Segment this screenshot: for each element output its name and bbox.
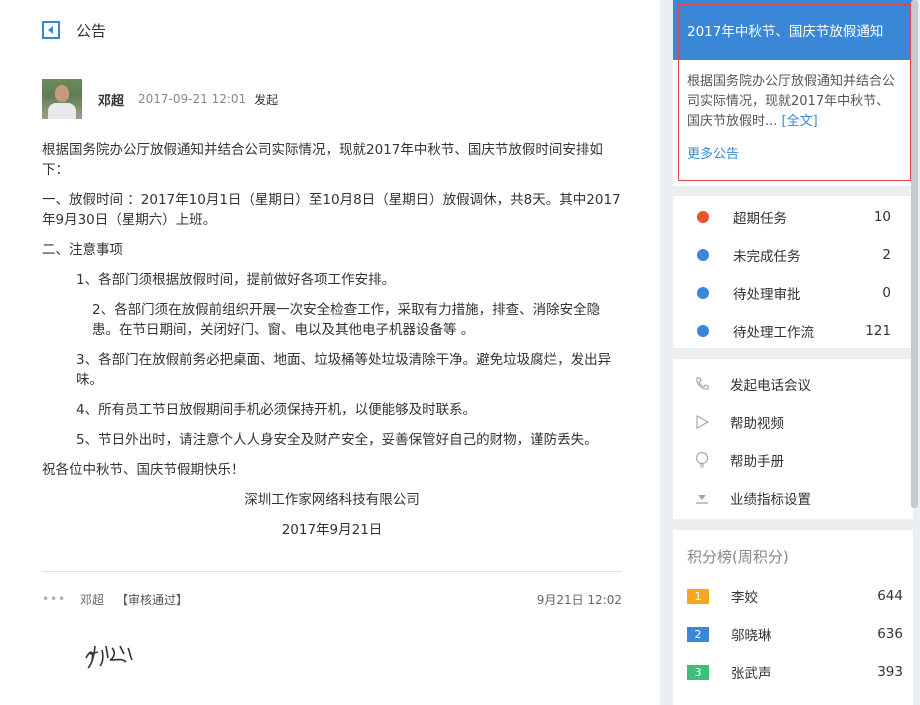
notice-card: 2017年中秋节、国庆节放假通知 根据国务院办公厅放假通知并结合公司实际情况，现… xyxy=(673,0,913,186)
rank-name: 邬晓琳 xyxy=(731,628,772,644)
notice-summary: 根据国务院办公厅放假通知并结合公司实际情况，现就2017年中秋节、国庆节放假时.… xyxy=(673,60,913,132)
ranking-row[interactable]: 3 张武声 393 xyxy=(673,653,913,691)
download-icon xyxy=(693,489,711,507)
ranking-title: 积分榜(周积分) xyxy=(687,548,789,566)
paragraph-intro: 根据国务院办公厅放假通知并结合公司实际情况，现就2017年中秋节、国庆节放假时间… xyxy=(42,142,603,178)
paragraph-greeting: 祝各位中秋节、国庆节假期快乐！ xyxy=(42,462,245,478)
rank-name: 李姣 xyxy=(731,590,758,606)
page-title: 公告 xyxy=(76,21,107,40)
task-row-incomplete[interactable]: 未完成任务 2 xyxy=(673,236,913,274)
announcement-panel: 公告 邓超 2017-09-21 12:01 发起 根据国务院办公厅放假通知并结… xyxy=(0,0,660,705)
ranking-card: 积分榜(周积分) 1 李姣 644 2 邬晓琳 636 3 张武声 393 xyxy=(673,530,913,705)
play-icon xyxy=(693,413,711,431)
rank-score: 393 xyxy=(877,664,903,680)
announcement-body: 根据国务院办公厅放假通知并结合公司实际情况，现就2017年中秋节、国庆节放假时间… xyxy=(42,140,622,550)
approval-row: ••• 邓超 【审核通过】 9月21日 12:02 xyxy=(42,590,622,608)
paragraph-note-2: 2、各部门须在放假前组织开展一次安全检查工作，采取有力措施，排查、消除安全隐患。… xyxy=(92,302,601,338)
tools-card: 发起电话会议 帮助视频 帮助手册 业绩指标设置 xyxy=(673,359,913,519)
author-name[interactable]: 邓超 xyxy=(98,90,124,109)
paragraph-notes-heading: 二、注意事项 xyxy=(42,242,123,258)
more-options-icon[interactable]: ••• xyxy=(42,592,70,606)
avatar[interactable] xyxy=(42,79,82,119)
task-row-overdue[interactable]: 超期任务 10 xyxy=(673,198,913,236)
rank-score: 636 xyxy=(877,626,903,642)
sidebar-scrollbar[interactable] xyxy=(911,0,918,508)
task-summary-card: 超期任务 10 未完成任务 2 待处理审批 0 待处理工作流 121 xyxy=(673,196,913,348)
tool-label: 帮助视频 xyxy=(730,416,784,432)
back-icon[interactable] xyxy=(42,21,60,39)
rank-score: 644 xyxy=(877,588,903,604)
paragraph-holiday-time: 一、放假时间 ：2017年10月1日（星期日）至10月8日（星期日）放假调休，共… xyxy=(42,192,621,228)
tool-help-video[interactable]: 帮助视频 xyxy=(673,403,913,441)
task-count: 0 xyxy=(882,285,891,301)
page-header: 公告 xyxy=(42,18,106,42)
paragraph-note-3: 3、各部门在放假前务必把桌面、地面、垃圾桶等处垃圾清除干净。避免垃圾腐烂，发出异… xyxy=(76,352,612,388)
rank-badge: 2 xyxy=(687,626,709,642)
notice-title[interactable]: 2017年中秋节、国庆节放假通知 xyxy=(673,0,913,60)
tool-label: 帮助手册 xyxy=(730,454,784,470)
signature-image xyxy=(85,645,133,669)
ranking-row[interactable]: 1 李姣 644 xyxy=(673,577,913,615)
sidebar: 2017年中秋节、国庆节放假通知 根据国务院办公厅放假通知并结合公司实际情况，现… xyxy=(660,0,920,705)
full-text-link[interactable]: [全文] xyxy=(782,114,818,129)
task-row-pending-workflow[interactable]: 待处理工作流 121 xyxy=(673,312,913,350)
ranking-row[interactable]: 2 邬晓琳 636 xyxy=(673,615,913,653)
tool-label: 发起电话会议 xyxy=(730,378,811,394)
lightbulb-icon xyxy=(693,451,711,469)
approver-name: 邓超 xyxy=(80,592,105,607)
task-label: 待处理审批 xyxy=(733,287,801,303)
approval-time: 9月21日 12:02 xyxy=(536,592,622,607)
task-count: 10 xyxy=(873,209,891,225)
approval-status: 【审核通过】 xyxy=(116,592,189,607)
task-count: 121 xyxy=(865,323,891,339)
rank-badge: 1 xyxy=(687,588,709,604)
status-dot-icon xyxy=(697,325,709,337)
paragraph-note-4: 4、所有员工节日放假期间手机必须保持开机，以便能够及时联系。 xyxy=(76,402,477,418)
status-dot-icon xyxy=(697,287,709,299)
tool-phone-meeting[interactable]: 发起电话会议 xyxy=(673,365,913,403)
task-label: 未完成任务 xyxy=(733,249,801,265)
paragraph-note-1: 1、各部门须根据放假时间，提前做好各项工作安排。 xyxy=(76,272,396,288)
task-count: 2 xyxy=(882,247,891,263)
paragraph-date: 2017年9月21日 xyxy=(281,522,383,538)
divider xyxy=(42,571,622,572)
author-row: 邓超 2017-09-21 12:01 发起 xyxy=(42,79,278,119)
tool-help-manual[interactable]: 帮助手册 xyxy=(673,441,913,479)
tool-label: 业绩指标设置 xyxy=(730,492,811,508)
task-row-pending-approval[interactable]: 待处理审批 0 xyxy=(673,274,913,312)
status-dot-icon xyxy=(697,249,709,261)
more-notices-link[interactable]: 更多公告 xyxy=(687,143,739,162)
paragraph-note-5: 5、节日外出时，请注意个人人身安全及财产安全，妥善保管好自己的财物，谨防丢失。 xyxy=(76,432,598,448)
post-time: 2017-09-21 12:01 xyxy=(138,92,247,106)
task-label: 超期任务 xyxy=(733,211,787,227)
status-dot-icon xyxy=(697,211,709,223)
tool-kpi-settings[interactable]: 业绩指标设置 xyxy=(673,479,913,517)
post-action: 发起 xyxy=(254,92,279,107)
paragraph-company: 深圳工作家网络科技有限公司 xyxy=(244,492,420,508)
rank-badge: 3 xyxy=(687,664,709,680)
task-label: 待处理工作流 xyxy=(733,325,814,341)
rank-name: 张武声 xyxy=(731,666,772,682)
phone-icon xyxy=(693,375,711,393)
